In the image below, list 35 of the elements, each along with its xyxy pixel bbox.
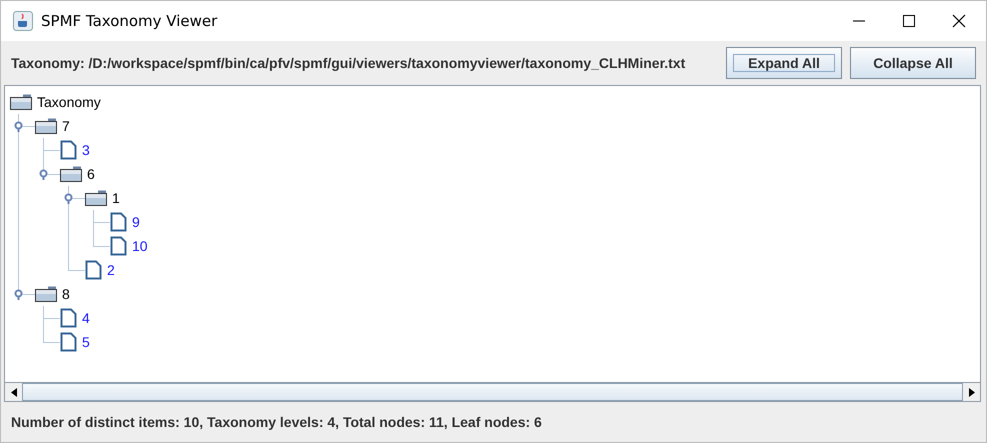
document-icon [60,332,77,352]
maximize-icon [903,15,915,27]
document-icon [85,260,102,280]
document-icon [110,212,127,232]
tree-node[interactable]: 3 [82,142,90,158]
collapse-all-button[interactable]: Collapse All [850,47,976,79]
expand-all-button[interactable]: Expand All [726,47,842,79]
window-title: SPMF Taxonomy Viewer [41,12,218,30]
close-icon [952,14,966,28]
tree-node[interactable]: 2 [107,262,115,278]
cup-icon [13,11,33,31]
tree-node[interactable]: 4 [82,310,90,326]
document-icon [60,140,77,160]
document-icon [110,236,127,256]
taxonomy-path: Taxonomy: /D:/workspace/spmf/bin/ca/pfv/spmf/gui/viewers/taxonomyviewer/taxonomy_CLHMiner.txt [11,55,686,71]
tree-node[interactable]: 1 [112,190,120,206]
expanded-handle-icon[interactable] [14,121,23,132]
scroll-right-button[interactable] [963,383,980,401]
tree-node[interactable]: Taxonomy [37,94,101,110]
tree-node[interactable]: 6 [87,166,95,182]
tree-node[interactable]: 7 [62,118,70,134]
expanded-handle-icon[interactable] [64,193,73,204]
tree-node[interactable]: 10 [132,238,148,254]
status-text: Number of distinct items: 10, Taxonomy levels: 4, Total nodes: 11, Leaf nodes: 6 [10,413,543,432]
tree-node[interactable]: 5 [82,334,90,350]
scroll-left-button[interactable] [5,383,22,401]
right-arrow-icon [968,388,974,396]
folder-icon [10,94,32,110]
minimize-icon [853,20,865,22]
left-arrow-icon [10,388,16,396]
tree-node[interactable]: 9 [132,214,140,230]
expanded-handle-icon[interactable] [39,169,48,180]
document-icon [60,308,77,328]
tree-node[interactable]: 8 [62,286,70,302]
expanded-handle-icon[interactable] [14,289,23,300]
